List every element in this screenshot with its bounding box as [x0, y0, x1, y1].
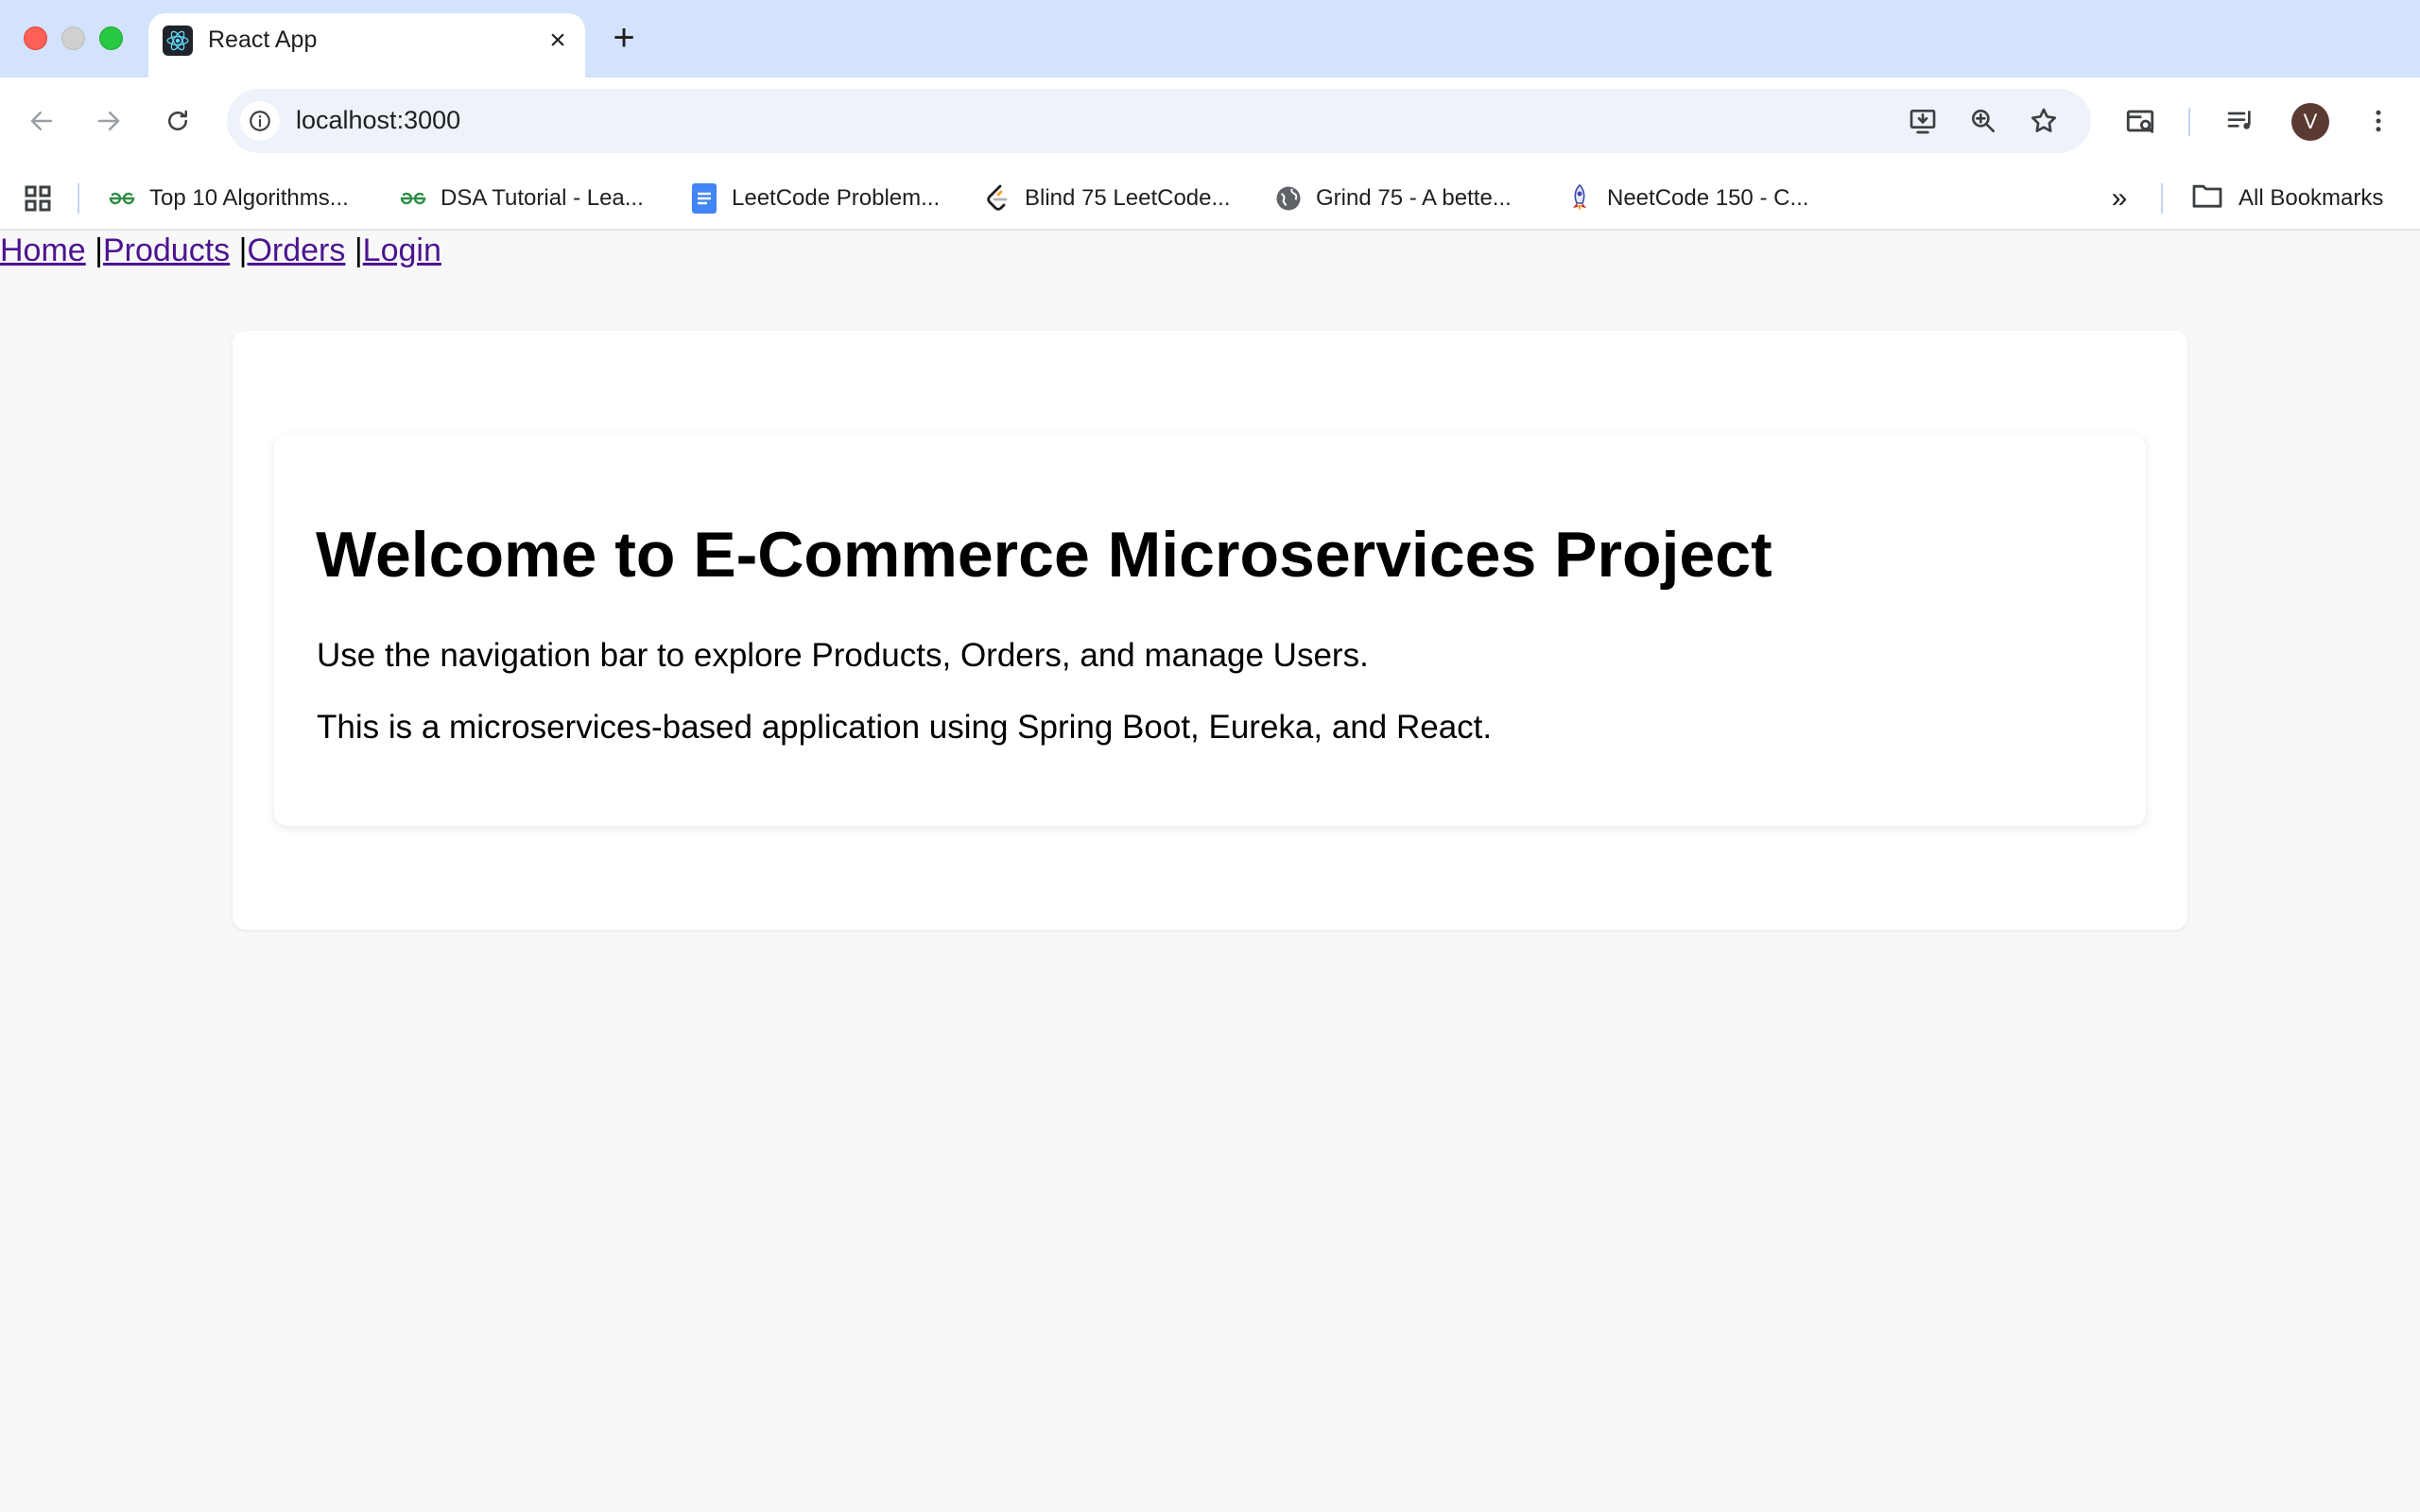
- nav-link-products[interactable]: Products: [103, 232, 230, 268]
- maximize-window-button[interactable]: [99, 26, 123, 50]
- zoom-icon[interactable]: [1964, 102, 2002, 140]
- forward-icon[interactable]: [88, 100, 130, 142]
- page-viewport: Home |Products |Orders |Login Welcome to…: [0, 232, 2420, 1512]
- bookmarks-divider: [2161, 183, 2163, 214]
- install-app-icon[interactable]: [1904, 102, 1942, 140]
- globe-icon: [1274, 184, 1303, 213]
- geeksforgeeks-icon: [108, 184, 136, 213]
- rocket-icon: [1565, 183, 1594, 213]
- tab-close-icon[interactable]: ×: [540, 23, 576, 59]
- bookmarks-bar: Top 10 Algorithms... DSA Tutorial - Lea.…: [0, 166, 2420, 231]
- nav-link-home[interactable]: Home: [0, 232, 86, 268]
- bookmark-item[interactable]: Top 10 Algorithms...: [108, 180, 349, 217]
- welcome-tech-stack: This is a microservices-based applicatio…: [317, 709, 1493, 746]
- welcome-card: Welcome to E-Commerce Microservices Proj…: [274, 435, 2146, 826]
- bookmark-item[interactable]: Blind 75 LeetCode...: [983, 180, 1231, 217]
- page-title: Welcome to E-Commerce Microservices Proj…: [316, 519, 1772, 591]
- tab-strip: React App × +: [0, 0, 2420, 77]
- new-tab-button[interactable]: +: [605, 17, 643, 59]
- bookmark-item[interactable]: Grind 75 - A bette...: [1274, 180, 1512, 217]
- bookmark-star-icon[interactable]: [2025, 102, 2063, 140]
- bookmark-label: LeetCode Problem...: [732, 185, 941, 211]
- close-window-button[interactable]: [24, 26, 47, 50]
- bookmark-item[interactable]: NeetCode 150 - C...: [1565, 180, 1808, 217]
- bookmark-label: Blind 75 LeetCode...: [1025, 185, 1231, 211]
- home-container: Welcome to E-Commerce Microservices Proj…: [233, 331, 2187, 930]
- bookmarks-divider: [78, 183, 79, 214]
- search-tabs-icon[interactable]: [2119, 100, 2161, 142]
- tab-title: React App: [208, 26, 318, 53]
- apps-grid-icon[interactable]: [21, 181, 55, 215]
- react-icon: [163, 26, 193, 56]
- nav-separator: |: [85, 232, 103, 268]
- bookmark-label: NeetCode 150 - C...: [1607, 185, 1809, 211]
- bookmark-label: Grind 75 - A bette...: [1316, 185, 1512, 211]
- minimize-window-button[interactable]: [61, 26, 85, 50]
- bookmark-item[interactable]: DSA Tutorial - Lea...: [399, 180, 644, 217]
- geeksforgeeks-icon: [399, 184, 427, 213]
- media-controls-icon[interactable]: [2220, 100, 2261, 142]
- toolbar-divider: [2188, 108, 2190, 136]
- all-bookmarks-button[interactable]: All Bookmarks: [2191, 180, 2383, 217]
- tab-react-app[interactable]: React App ×: [148, 13, 585, 77]
- browser-toolbar: localhost:3000 V: [0, 77, 2420, 166]
- nav-separator: |: [230, 232, 248, 268]
- welcome-description: Use the navigation bar to explore Produc…: [317, 637, 1369, 674]
- bookmark-label: DSA Tutorial - Lea...: [441, 185, 644, 211]
- address-bar[interactable]: localhost:3000: [227, 89, 2091, 153]
- nav-separator: |: [345, 232, 363, 268]
- nav-link-orders[interactable]: Orders: [247, 232, 345, 268]
- nav-link-login[interactable]: Login: [363, 232, 441, 268]
- site-navbar: Home |Products |Orders |Login: [0, 232, 441, 269]
- bookmark-item[interactable]: LeetCode Problem...: [690, 180, 940, 217]
- profile-avatar[interactable]: V: [2291, 103, 2329, 141]
- google-docs-icon: [690, 183, 718, 214]
- all-bookmarks-label: All Bookmarks: [2238, 185, 2384, 211]
- back-icon[interactable]: [21, 100, 62, 142]
- folder-icon: [2191, 182, 2223, 215]
- menu-kebab-icon[interactable]: [2358, 100, 2399, 142]
- site-info-icon[interactable]: [240, 101, 280, 141]
- bookmark-label: Top 10 Algorithms...: [149, 185, 349, 211]
- reload-icon[interactable]: [157, 100, 199, 142]
- address-url[interactable]: localhost:3000: [296, 106, 460, 135]
- leetcode-icon: [983, 184, 1011, 213]
- bookmarks-overflow-button[interactable]: »: [2100, 180, 2138, 217]
